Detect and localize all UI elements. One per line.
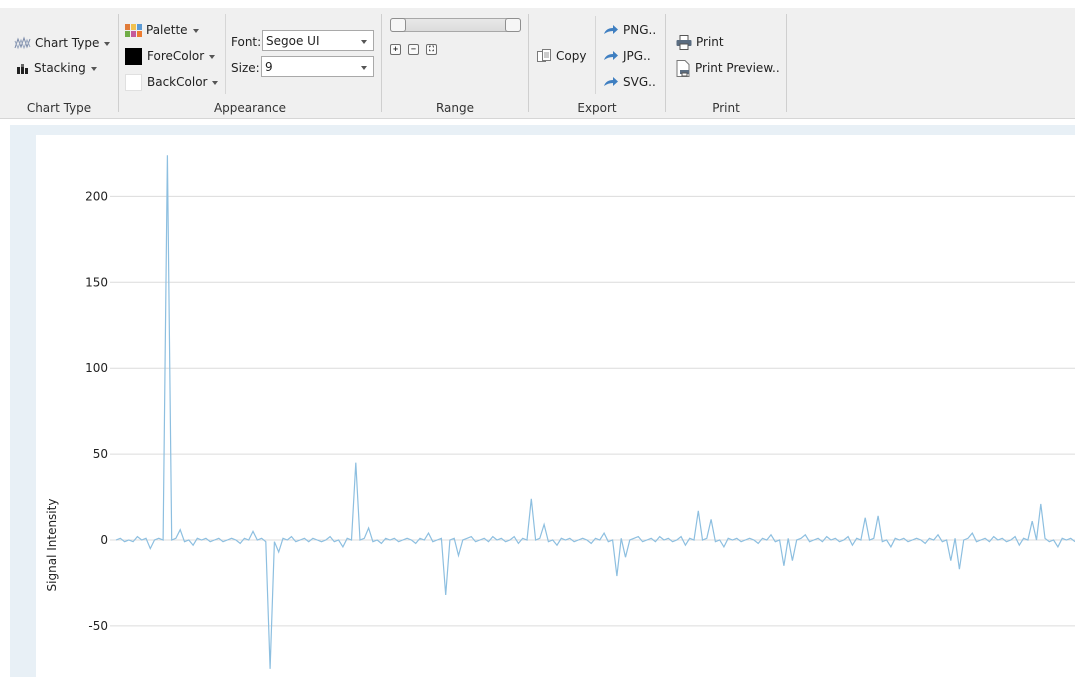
png-label: PNG.. — [623, 23, 657, 37]
export-arrow-icon — [603, 24, 619, 36]
palette-button[interactable]: Palette — [125, 20, 199, 40]
chevron-down-icon — [361, 40, 367, 44]
line-chart-icon — [14, 36, 31, 50]
chart-frame: 200 150 100 50 0 -50 Signal Intensity — [10, 125, 1075, 677]
font-label: Font: — [231, 35, 262, 49]
export-png-button[interactable]: PNG.. — [603, 20, 656, 40]
jpg-label: JPG.. — [623, 49, 651, 63]
palette-icon — [125, 23, 142, 37]
y-tick-label: -50 — [88, 619, 108, 633]
svg-label: SVG.. — [623, 75, 656, 89]
chevron-down-icon — [192, 28, 199, 33]
chart-type-label: Chart Type — [35, 36, 100, 50]
chevron-down-icon — [90, 66, 97, 71]
range-start-thumb[interactable] — [390, 18, 406, 32]
y-axis-label: Signal Intensity — [45, 499, 59, 592]
chevron-down-icon — [209, 54, 216, 59]
export-jpg-button[interactable]: JPG.. — [603, 46, 651, 66]
y-tick-label: 150 — [85, 275, 108, 289]
export-group: Copy PNG.. JPG.. SVG.. Export — [529, 8, 665, 119]
printer-icon — [676, 34, 692, 50]
chart-type-group-label: Chart Type — [26, 101, 92, 115]
size-label: Size: — [231, 61, 260, 75]
font-value: Segoe UI — [266, 33, 320, 48]
chart-type-button[interactable]: Chart Type — [14, 33, 111, 53]
ribbon-toolbar: Chart Type Stacking Chart Type Palette F… — [0, 8, 1075, 119]
y-tick-label: 100 — [85, 361, 108, 375]
appearance-group: Palette ForeColor BackColor Font: Segoe … — [119, 8, 381, 119]
y-tick-label: 50 — [93, 447, 108, 461]
print-group-label: Print — [712, 101, 740, 115]
chart-plot-area[interactable]: 200 150 100 50 0 -50 Signal Intensity — [36, 135, 1075, 677]
copy-icon — [537, 48, 552, 64]
series-line — [115, 155, 1075, 669]
chevron-down-icon — [361, 66, 367, 70]
size-value: 9 — [265, 59, 273, 74]
copy-label: Copy — [556, 49, 587, 63]
zoom-out-icon[interactable]: − — [408, 44, 419, 55]
export-svg-button[interactable]: SVG.. — [603, 72, 656, 92]
export-arrow-icon — [603, 76, 619, 88]
stacking-button[interactable]: Stacking — [16, 58, 97, 78]
y-tick-label: 200 — [85, 189, 108, 203]
range-group: + − ⛶ Range — [382, 8, 528, 119]
group-divider — [786, 14, 787, 112]
print-preview-label: Print Preview.. — [695, 61, 780, 75]
palette-label: Palette — [146, 23, 188, 37]
line-chart[interactable]: 200 150 100 50 0 -50 Signal Intensity — [36, 135, 1075, 677]
size-combobox[interactable]: 9 — [261, 56, 374, 77]
range-end-thumb[interactable] — [505, 18, 521, 32]
backcolor-label: BackColor — [147, 75, 208, 89]
copy-button[interactable]: Copy — [537, 46, 586, 66]
stacking-icon — [16, 62, 30, 74]
forecolor-button[interactable]: ForeColor — [125, 46, 216, 66]
stacking-label: Stacking — [34, 61, 86, 75]
range-slider[interactable] — [390, 18, 521, 32]
export-arrow-icon — [603, 50, 619, 62]
backcolor-button[interactable]: BackColor — [125, 72, 219, 92]
font-combobox[interactable]: Segoe UI — [262, 30, 374, 51]
print-preview-button[interactable]: Print Preview.. — [676, 58, 780, 78]
forecolor-label: ForeColor — [147, 49, 205, 63]
chevron-down-icon — [212, 80, 219, 85]
forecolor-swatch — [125, 47, 142, 65]
chevron-down-icon — [104, 41, 111, 46]
export-group-label: Export — [577, 101, 617, 115]
chart-type-group: Chart Type Stacking Chart Type — [0, 8, 118, 119]
print-label: Print — [696, 35, 724, 49]
inner-divider — [225, 14, 226, 94]
print-preview-icon — [676, 59, 691, 77]
backcolor-swatch — [125, 73, 142, 91]
zoom-fit-icon[interactable]: ⛶ — [426, 44, 437, 55]
inner-divider — [595, 16, 596, 94]
appearance-group-label: Appearance — [213, 101, 287, 115]
y-tick-label: 0 — [100, 533, 108, 547]
zoom-in-icon[interactable]: + — [390, 44, 401, 55]
print-button[interactable]: Print — [676, 32, 724, 52]
range-group-label: Range — [435, 101, 475, 115]
print-group: Print Print Preview.. Print — [666, 8, 786, 119]
